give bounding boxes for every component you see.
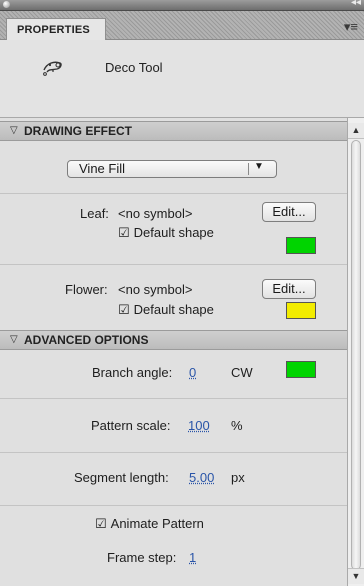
segment-length-label: Segment length: [74,470,169,485]
flower-label: Flower: [65,282,108,297]
tool-info: Deco Tool [0,40,364,118]
segment-length-value[interactable]: 5.00 [189,470,214,485]
dropdown-separator [248,163,249,175]
divider [0,264,347,265]
chevron-down-icon: ▼ [254,161,264,172]
flower-default-shape-checkbox[interactable]: ☑ Default shape [118,302,214,318]
leaf-edit-button[interactable]: Edit... [262,202,316,222]
animate-pattern-checkbox[interactable]: ☑ Animate Pattern [95,516,204,532]
checkbox-label: Default shape [133,302,214,317]
branch-angle-unit[interactable]: CW [231,365,253,380]
branch-angle-label: Branch angle: [92,365,173,380]
checkbox-checked-icon: ☑ [118,302,130,317]
scroll-up-arrow-icon[interactable]: ▲ [348,123,364,139]
frame-step-label: Frame step: [107,550,177,565]
effect-dropdown[interactable]: Vine Fill ▼ [67,160,277,178]
checkbox-checked-icon: ☑ [118,225,130,240]
disclosure-triangle-icon: ▽ [10,125,18,136]
pattern-scale-label: Pattern scale: [91,418,171,433]
disclosure-triangle-icon: ▽ [10,334,18,345]
branch-angle-value[interactable]: 0 [189,365,196,380]
leaf-color-swatch[interactable] [286,237,316,254]
close-dot-icon[interactable] [3,1,10,8]
divider [0,193,347,194]
deco-tool-icon [43,61,62,76]
branch-color-swatch[interactable] [286,361,316,378]
flower-edit-button[interactable]: Edit... [262,279,316,299]
flower-color-swatch[interactable] [286,302,316,319]
checkbox-label: Default shape [133,225,214,240]
frame-step-value[interactable]: 1 [189,550,196,565]
advanced-options-header[interactable]: ▽ ADVANCED OPTIONS [0,330,347,350]
scroll-thumb[interactable] [351,140,361,570]
divider [0,452,347,453]
flower-symbol: <no symbol> [118,282,193,297]
section-title: ADVANCED OPTIONS [24,333,149,347]
divider [0,398,347,399]
pattern-scale-value[interactable]: 100 [188,418,210,433]
checkbox-label: Animate Pattern [110,516,204,531]
leaf-symbol: <no symbol> [118,206,193,221]
leaf-default-shape-checkbox[interactable]: ☑ Default shape [118,225,214,241]
dropdown-value: Vine Fill [79,161,126,176]
leaf-label: Leaf: [80,206,109,221]
scroll-down-arrow-icon[interactable]: ▼ [348,568,364,584]
section-title: DRAWING EFFECT [24,124,132,138]
vertical-scrollbar[interactable]: ▲ ▼ [347,118,364,586]
segment-length-unit: px [231,470,245,485]
divider [0,505,347,506]
pattern-scale-unit: % [231,418,243,433]
checkbox-checked-icon: ☑ [95,516,107,531]
panel-menu-icon[interactable]: ▾≡ [344,19,358,35]
collapse-panel-icon[interactable]: ◂◂ [351,0,361,8]
drawing-effect-header[interactable]: ▽ DRAWING EFFECT [0,121,347,141]
tab-properties[interactable]: PROPERTIES [6,18,106,40]
tool-name: Deco Tool [105,60,163,75]
properties-content: ▽ DRAWING EFFECT Vine Fill ▼ Leaf: <no s… [0,118,347,586]
panel-title-bar[interactable]: ◂◂ [0,0,364,11]
panel-tab-bar: PROPERTIES ▾≡ [0,11,364,40]
